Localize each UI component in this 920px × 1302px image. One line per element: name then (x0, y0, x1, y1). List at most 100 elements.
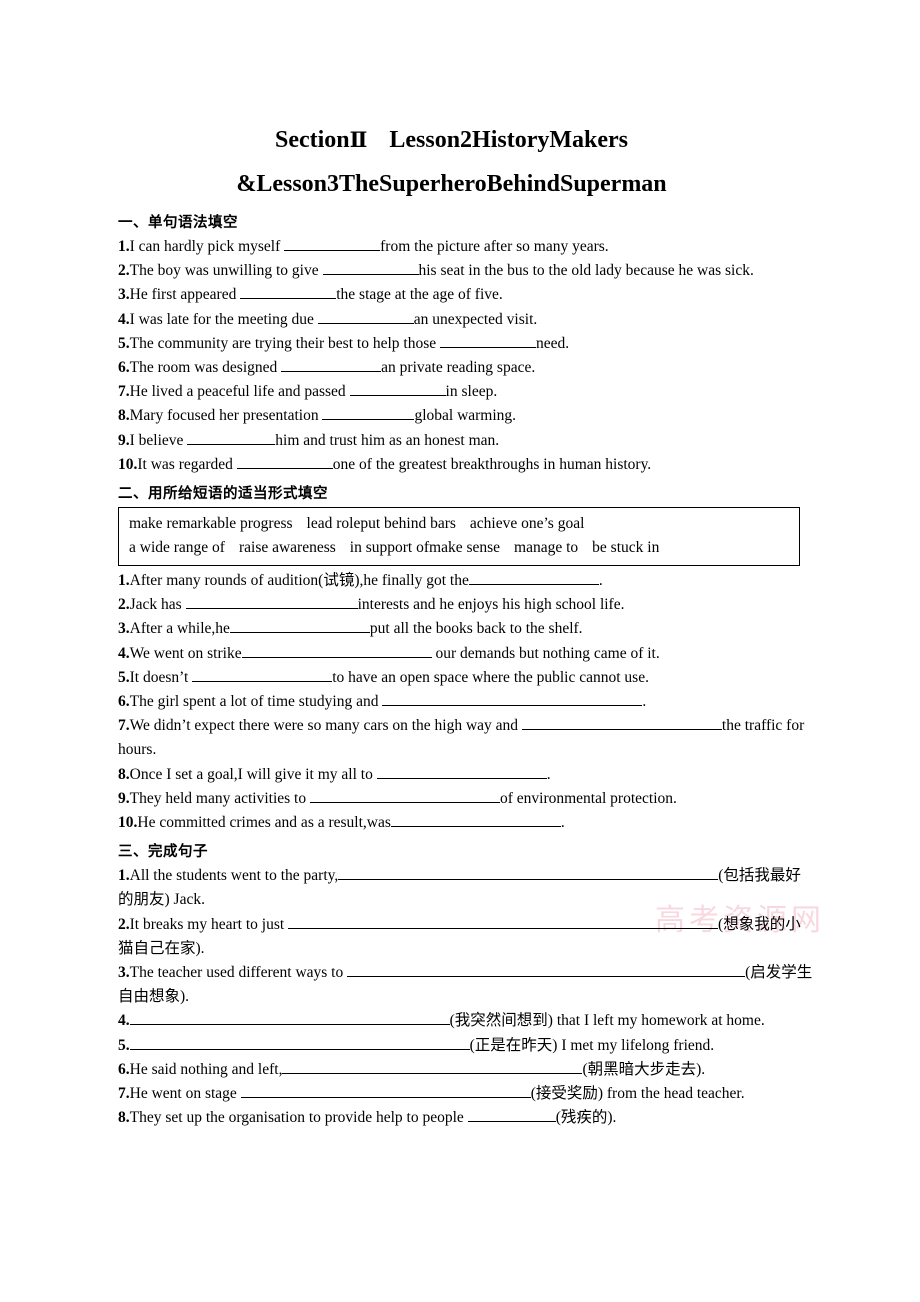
question-text-before-blank: He lived a peaceful life and passed (129, 383, 350, 401)
answer-blank[interactable] (185, 594, 358, 610)
question-number: 4. (118, 310, 130, 328)
question-item: 5.The community are trying their best to… (118, 332, 815, 356)
section-3-items: 1.All the students went to the party, (包括… (118, 864, 815, 1130)
answer-blank[interactable] (288, 913, 719, 929)
question-number: 5. (118, 1036, 130, 1054)
answer-blank[interactable] (390, 812, 561, 828)
question-item: 2.Jack has interests and he enjoys his h… (118, 593, 815, 617)
question-number: 1. (118, 238, 130, 255)
question-number: 5. (118, 334, 130, 352)
question-item: 4.We went on strike our demands but noth… (118, 642, 815, 666)
question-text-before-blank: He went on stage (129, 1085, 241, 1103)
word-bank-phrase: lead roleput behind bars (306, 515, 456, 533)
answer-blank[interactable] (468, 570, 599, 586)
question-item: 8.They set up the organisation to provid… (118, 1106, 815, 1130)
question-item: 3.He first appeared the stage at the age… (118, 283, 815, 307)
question-text-after-blank: interests and he enjoys his high school … (357, 596, 625, 614)
answer-blank[interactable] (309, 788, 500, 803)
answer-blank[interactable] (241, 642, 432, 658)
question-item: 9.I believe him and trust him as an hone… (118, 429, 815, 453)
answer-blank[interactable] (129, 1010, 450, 1026)
answer-blank[interactable] (382, 691, 643, 707)
question-text-before-blank: We didn’t expect there were so many cars… (129, 717, 522, 735)
answer-blank[interactable] (192, 667, 333, 682)
question-number: 7. (118, 383, 130, 401)
question-number: 10. (118, 455, 138, 473)
question-text-after-blank: . (560, 814, 565, 832)
question-item: 1.All the students went to the party, (包括… (118, 864, 815, 912)
question-text-after-blank: him and trust him as an honest man. (275, 431, 500, 449)
question-item: 3.After a while,he put all the books back… (118, 617, 815, 641)
word-bank-phrase: make remarkable progress (129, 515, 293, 533)
answer-blank[interactable] (284, 236, 381, 251)
answer-blank[interactable] (376, 763, 547, 779)
question-text-before-blank: He first appeared (129, 286, 241, 304)
question-text-before-blank: The community are trying their best to h… (129, 334, 440, 352)
word-bank-phrase: raise awareness (238, 539, 336, 557)
question-number: 8. (118, 765, 130, 783)
question-text-before-blank: The teacher used different ways to (129, 964, 348, 982)
question-text-after-blank: of environmental protection. (499, 789, 677, 807)
question-text-after-blank: an private reading space. (381, 359, 536, 377)
question-number: 1. (118, 572, 130, 590)
section-1-items: 1.I can hardly pick myself from the pict… (118, 235, 815, 477)
answer-blank[interactable] (322, 405, 415, 421)
answer-blank[interactable] (347, 962, 746, 978)
answer-blank[interactable] (240, 1083, 531, 1099)
question-text-before-blank: They held many activities to (129, 789, 310, 807)
word-bank-row-1: make remarkable progress lead roleput beh… (129, 512, 789, 536)
section-2-heading: 二、用所给短语的适当形式填空 (118, 486, 328, 503)
answer-blank[interactable] (521, 715, 722, 731)
question-text-after-blank: need. (535, 334, 570, 352)
answer-blank[interactable] (229, 618, 370, 634)
question-item: 4.I was late for the meeting due an unex… (118, 308, 815, 332)
question-text-before-blank: Mary focused her presentation (129, 407, 323, 425)
question-text-before-blank: He said nothing and left, (129, 1060, 283, 1078)
question-text-before-blank: It was regarded (137, 455, 237, 473)
answer-blank[interactable] (281, 357, 382, 373)
question-text-after-blank: (接受奖励) from the head teacher. (530, 1085, 745, 1103)
question-item: 4. (我突然间想到) that I left my homework at ho… (118, 1009, 815, 1033)
question-item: 8.Mary focused her presentation global w… (118, 404, 815, 428)
question-number: 4. (118, 1012, 130, 1030)
page-title: SectionⅡ Lesson2HistoryMakers &Lesson3The… (118, 118, 815, 206)
question-number: 3. (118, 286, 130, 304)
answer-blank[interactable] (236, 454, 333, 469)
question-item: 1.I can hardly pick myself from the pict… (118, 235, 815, 259)
answer-blank[interactable] (322, 260, 419, 276)
answer-blank[interactable] (349, 381, 446, 397)
question-text-after-blank: . (546, 765, 551, 783)
question-text-before-blank: After a while,he (129, 620, 230, 638)
question-number: 8. (118, 1109, 130, 1127)
answer-blank[interactable] (467, 1107, 556, 1123)
question-text-before-blank: It breaks my heart to just (129, 915, 289, 933)
answer-blank[interactable] (439, 333, 536, 348)
question-text-after-blank: the stage at the age of five. (336, 286, 503, 304)
question-number: 2. (118, 596, 130, 614)
answer-blank[interactable] (317, 308, 414, 324)
question-text-before-blank: Jack has (129, 596, 186, 614)
question-number: 7. (118, 717, 130, 735)
answer-blank[interactable] (240, 284, 337, 300)
question-text-after-blank: global warming. (414, 407, 517, 425)
question-text-after-blank: in sleep. (445, 383, 498, 401)
word-bank-phrase: manage to (514, 539, 579, 557)
answer-blank[interactable] (129, 1034, 470, 1050)
question-text-before-blank: We went on strike (129, 644, 242, 662)
question-text-after-blank: our demands but nothing came of it. (431, 644, 660, 662)
answer-blank[interactable] (282, 1059, 583, 1074)
answer-blank[interactable] (187, 429, 276, 445)
question-text-before-blank: The boy was unwilling to give (129, 262, 323, 280)
question-text-before-blank: I was late for the meeting due (129, 310, 318, 328)
question-number: 4. (118, 644, 130, 662)
question-text-after-blank: from the picture after so many years. (380, 238, 609, 255)
answer-blank[interactable] (338, 865, 719, 881)
word-bank-phrase: achieve one’s goal (469, 515, 585, 533)
word-bank-phrase: be stuck in (592, 539, 660, 557)
question-number: 9. (118, 431, 130, 449)
question-item: 9.They held many activities to of enviro… (118, 787, 815, 811)
question-item: 7.He lived a peaceful life and passed in… (118, 380, 815, 404)
question-number: 9. (118, 789, 130, 807)
question-text-after-blank: to have an open space where the public c… (332, 668, 649, 686)
question-number: 2. (118, 915, 130, 933)
